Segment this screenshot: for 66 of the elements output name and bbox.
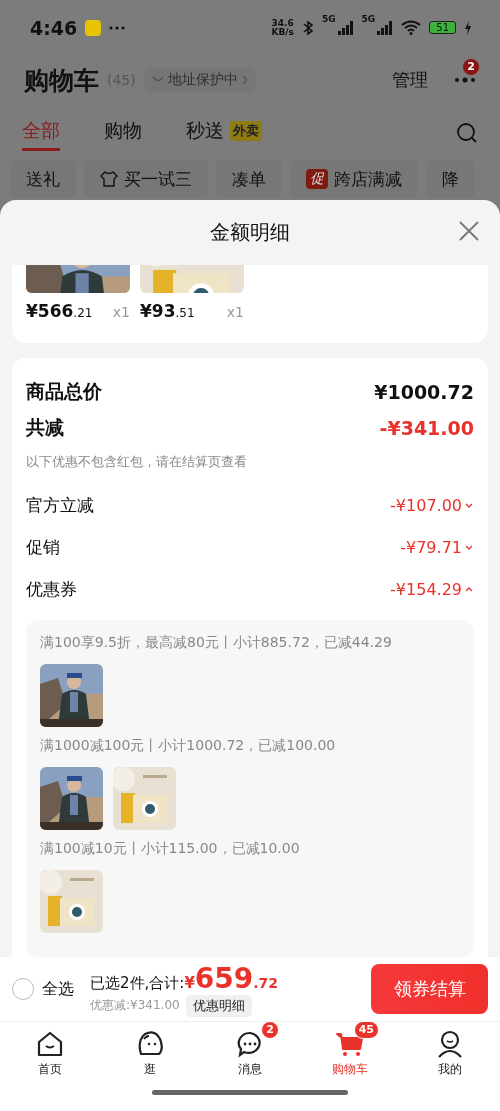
promo-badge: 促 bbox=[306, 169, 328, 189]
more-icon[interactable] bbox=[454, 76, 476, 84]
chevron-right-icon bbox=[241, 75, 248, 85]
reduction-label: 共减 bbox=[26, 415, 64, 441]
discount-label: 官方立减 bbox=[26, 493, 94, 517]
product-quantity: x1 bbox=[112, 304, 130, 320]
home-icon bbox=[35, 1029, 65, 1059]
category-tab[interactable]: 购物 bbox=[104, 114, 142, 151]
network-speed: 34.6 KB/s bbox=[271, 18, 294, 37]
more-icon bbox=[109, 25, 126, 30]
clock-time: 4:46 bbox=[30, 16, 78, 39]
product-price: ¥93.51 bbox=[140, 301, 195, 321]
signal-icon bbox=[377, 20, 394, 35]
total-summary: 已选2件,合计:¥659.72 bbox=[90, 961, 280, 995]
checkout-button[interactable]: 领券结算 bbox=[371, 964, 488, 1014]
nav-tab[interactable]: 逛 bbox=[100, 1022, 200, 1085]
smile-icon bbox=[151, 76, 164, 84]
total-label: 商品总价 bbox=[26, 378, 102, 404]
filter-chip[interactable]: 送礼 bbox=[10, 160, 76, 198]
bluetooth-icon bbox=[301, 19, 314, 36]
reduction-note: 以下优惠不包含红包，请在结算页查看 bbox=[26, 452, 248, 471]
filter-chip[interactable]: 促 跨店满减 bbox=[290, 160, 418, 198]
discount-value[interactable]: -¥154.29 bbox=[390, 579, 474, 599]
reduction-value: -¥341.00 bbox=[379, 417, 474, 440]
count-badge: 2 bbox=[261, 1021, 279, 1039]
product-quantity: x1 bbox=[226, 304, 244, 320]
discount-value[interactable]: -¥79.71 bbox=[400, 537, 474, 557]
network-type: 5G bbox=[321, 14, 336, 24]
count-badge: 45 bbox=[353, 1021, 379, 1039]
sheet-title: 金额明细 bbox=[210, 219, 290, 246]
nav-tab[interactable]: 我的 bbox=[400, 1022, 500, 1085]
category-tab[interactable]: 全部 bbox=[22, 114, 60, 151]
filter-chip[interactable]: 凑单 bbox=[216, 160, 282, 198]
discount-label: 优惠券 bbox=[26, 577, 77, 601]
person-icon bbox=[435, 1029, 465, 1059]
battery-level: 51 bbox=[429, 21, 456, 34]
coupon-rule: 满1000减100元丨小计1000.72，已减100.00 bbox=[40, 737, 337, 755]
discount-value[interactable]: -¥107.00 bbox=[390, 495, 474, 515]
nav-tab[interactable]: 45 购物车 bbox=[300, 1022, 400, 1085]
nav-tab[interactable]: 2 消息 bbox=[200, 1022, 300, 1085]
app-notification-icon bbox=[85, 19, 102, 36]
nav-tab[interactable]: 首页 bbox=[0, 1022, 100, 1085]
select-all-label: 全选 bbox=[42, 978, 74, 1000]
discount-summary: 优惠减:¥341.00 bbox=[90, 997, 180, 1014]
product-price: ¥566.21 bbox=[26, 301, 93, 321]
filter-chip[interactable]: 降 bbox=[426, 160, 475, 198]
coupon-rule: 满100减10元丨小计115.00，已减10.00 bbox=[40, 840, 301, 858]
network-type: 5G bbox=[361, 14, 376, 24]
signal-icon bbox=[337, 20, 354, 35]
shirt-icon bbox=[100, 170, 118, 188]
total-value: ¥1000.72 bbox=[374, 380, 474, 403]
coupon-rule: 满100享9.5折，最高减80元丨小计885.72，已减44.29 bbox=[40, 634, 393, 652]
discount-label: 促销 bbox=[26, 535, 60, 559]
close-icon bbox=[458, 220, 480, 242]
filter-chip[interactable]: 买一试三 bbox=[84, 160, 208, 198]
discount-detail-button[interactable]: 优惠明细 bbox=[185, 994, 252, 1017]
address-protection-chip[interactable]: 地址保护中 bbox=[143, 68, 256, 92]
notification-badge: 2 bbox=[462, 58, 480, 76]
charging-icon bbox=[464, 20, 472, 35]
delivery-tag: 外卖 bbox=[230, 121, 262, 141]
category-tab[interactable]: 秒送 外卖 bbox=[186, 114, 262, 151]
select-all-radio[interactable] bbox=[12, 978, 34, 1000]
wifi-icon bbox=[401, 20, 422, 35]
page-title: 购物车 bbox=[24, 64, 99, 97]
manage-link[interactable]: 管理 bbox=[392, 68, 428, 92]
search-icon[interactable] bbox=[456, 121, 478, 144]
